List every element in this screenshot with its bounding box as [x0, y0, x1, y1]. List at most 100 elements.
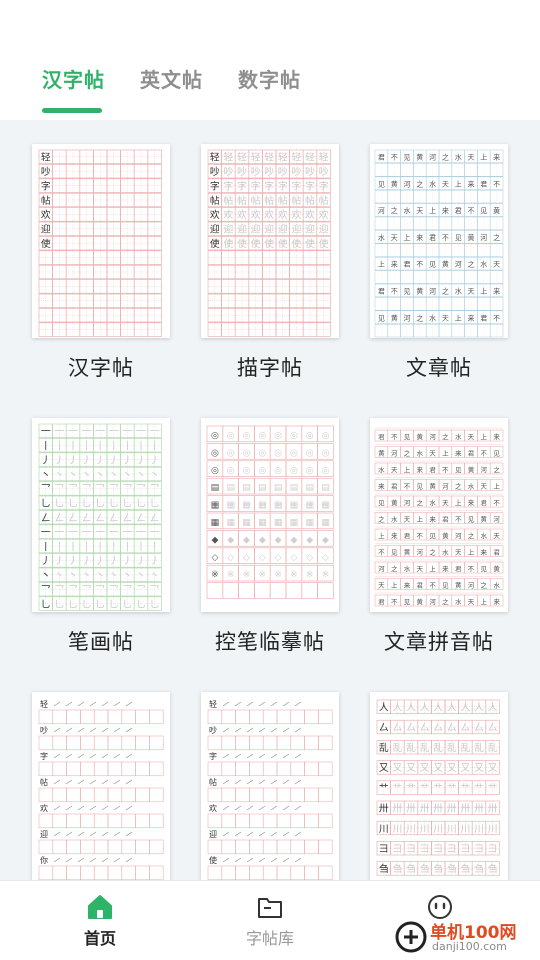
sample-char: 刍 [488, 862, 498, 875]
sample-char: 不 [468, 565, 475, 573]
nav-home[interactable]: 首页 [40, 881, 160, 960]
sample-char: 卅 [447, 803, 457, 815]
sample-char: 乱 [393, 742, 403, 754]
sample-char: ㄥ [95, 512, 105, 524]
sample-char: 乚 [68, 498, 78, 510]
sample-char: ㄥ [55, 512, 65, 524]
sample-char: 你 [40, 855, 48, 865]
sample-char: 见 [404, 288, 411, 296]
pattern-glyph: ◎ [227, 448, 235, 458]
pattern-glyph: ▦ [242, 501, 251, 511]
sample-char: 迎 [305, 224, 315, 236]
sample-char: 艹 [406, 782, 416, 794]
sample-char: 河 [404, 499, 411, 507]
sample-char: 吵 [278, 165, 288, 178]
sample-char: 丨 [55, 441, 65, 452]
sample-char: 君 [455, 565, 462, 573]
sample-char: 乱 [406, 742, 416, 754]
sample-char: 一 [150, 427, 160, 438]
sample-char: 来 [468, 180, 475, 188]
sample-char: 彐 [447, 844, 457, 855]
sample-char: 来 [455, 450, 462, 458]
sample-char: 之 [481, 581, 488, 590]
tab-hanzi[interactable]: 汉字帖 [42, 64, 105, 93]
card-label: 控笔临摹帖 [215, 630, 325, 654]
sample-char: 一 [109, 527, 119, 538]
sample-char: 之 [442, 287, 449, 296]
sample-char: 丨 [68, 542, 78, 553]
sample-char: 乚 [123, 498, 133, 510]
sample-char: 卅 [420, 803, 430, 815]
sample-char: 丶 [55, 470, 65, 481]
sample-char: 黄 [468, 233, 475, 242]
pattern-glyph: ▦ [226, 501, 235, 511]
sample-char: 不 [493, 314, 500, 322]
tab-english[interactable]: 英文帖 [140, 64, 203, 93]
sample-char: 乱 [461, 742, 471, 754]
sample-char: 彐 [474, 844, 484, 855]
sample-char: 一 [136, 427, 146, 438]
sample-char: 乚 [109, 498, 119, 510]
sample-char: 艹 [461, 782, 471, 794]
pattern-glyph: ※ [290, 570, 298, 580]
sample-char: 艹 [379, 782, 389, 794]
sample-char: 之 [378, 515, 385, 524]
sample-char: 上 [378, 260, 385, 269]
pattern-glyph: ◎ [258, 466, 266, 476]
sample-char: 彐 [379, 844, 389, 855]
sample-char: 上 [404, 465, 411, 474]
sample-char: 见 [455, 466, 462, 474]
sample-char: 不 [481, 450, 488, 458]
sample-char: 帖 [319, 194, 329, 207]
sample-char: 欢 [40, 803, 48, 813]
sample-char: 人 [393, 702, 403, 714]
sample-char: 河 [378, 565, 385, 573]
sample-char: 川 [406, 824, 416, 835]
sample-char: 使 [41, 237, 51, 250]
active-tab-indicator [42, 108, 102, 113]
sample-char: 乛 [123, 584, 133, 596]
card-thumbnail: 轻吵字帖欢迎使 [201, 692, 339, 880]
sample-char: 刍 [474, 862, 484, 875]
card-thumbnail: 君不见黄河之水天上来见黄河之水天上来君不河之水天上来君不见黄水天上来君不见黄河之… [370, 144, 508, 338]
sample-char: 丶 [109, 470, 119, 481]
card-thumbnail: ◎ ◎ ◎ ◎ ◎ ◎ ◎ ◎ ◎ ◎ ◎ ◎ ◎ ◎ ◎ ◎ ◎ ◎ ◎ ◎ ◎ ◎ ◎ ◎ ▤ ▤ ▤ ▤ ▤ ▤ ▤ ▤ ▦ ▦ ▦ ▦ ▦ ▦ ▦ ▦… [201, 418, 339, 612]
sample-char: 见 [391, 549, 398, 557]
sample-char: 丿 [68, 556, 78, 567]
sample-char: ㄥ [109, 512, 119, 524]
sample-char: 人 [406, 702, 416, 714]
sample-char: 来 [493, 433, 500, 441]
sample-char: 乛 [41, 483, 51, 495]
pattern-glyph: ▦ [290, 501, 299, 511]
sample-char: 欢 [278, 209, 288, 221]
sample-char: 君 [429, 466, 436, 474]
sample-char: 乛 [95, 584, 105, 596]
copybook-grid[interactable]: 轻吵字帖欢迎使 汉字帖 轻轻轻轻轻轻轻轻轻吵吵吵吵吵吵吵吵吵字字字字字字字字字帖… [0, 120, 540, 880]
nav-library[interactable]: 字帖库 [210, 881, 330, 960]
plus-circle-icon [395, 921, 427, 953]
sample-char: 黄 [442, 531, 449, 540]
tab-numbers[interactable]: 数字帖 [238, 64, 301, 93]
pattern-glyph: ◇ [290, 553, 297, 563]
sample-char: 字 [251, 179, 261, 192]
sample-char: 黄 [378, 449, 385, 458]
card-thumbnail: 轻轻轻轻轻轻轻轻轻吵吵吵吵吵吵吵吵吵字字字字字字字字字帖帖帖帖帖帖帖帖帖欢欢欢欢… [201, 144, 339, 338]
sample-char: 又 [379, 762, 389, 774]
sample-char: 君 [404, 532, 411, 540]
sample-char: 水 [442, 548, 449, 557]
sample-char: 川 [488, 824, 498, 835]
sample-char: 水 [391, 515, 398, 524]
pattern-glyph: ◇ [322, 553, 329, 563]
sample-char: 天 [416, 207, 423, 215]
sample-char: 卅 [474, 803, 484, 815]
sample-char: ㄥ [41, 512, 51, 524]
sample-char: 彐 [420, 844, 430, 855]
sample-char: 之 [416, 313, 423, 322]
sample-char: 来 [442, 565, 449, 573]
sample-char: 刍 [461, 862, 471, 875]
sample-char: 乚 [150, 598, 160, 610]
sample-char: 见 [468, 516, 475, 524]
sample-char: 乚 [55, 598, 65, 610]
sample-char: 丶 [136, 470, 146, 481]
sample-char: ㄥ [82, 512, 92, 524]
